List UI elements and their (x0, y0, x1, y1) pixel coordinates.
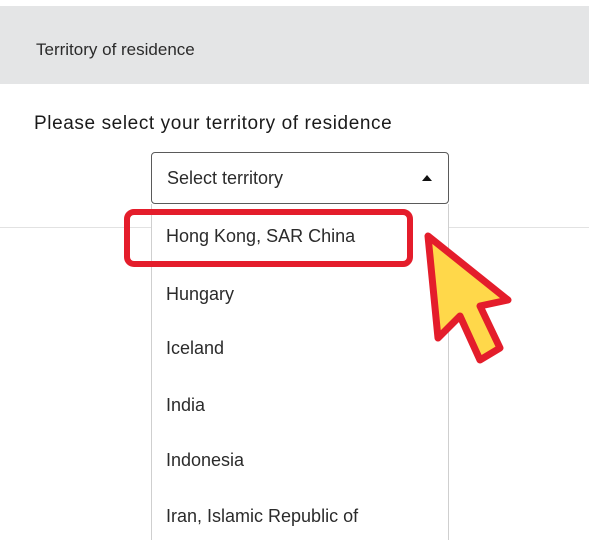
section-header: Territory of residence (0, 6, 589, 84)
option-india[interactable]: India (166, 395, 205, 416)
territory-select-value: Select territory (167, 168, 284, 188)
highlight-annotation-frame (124, 209, 413, 267)
option-indonesia[interactable]: Indonesia (166, 450, 244, 471)
caret-up-icon[interactable] (422, 175, 432, 181)
section-title: Territory of residence (36, 40, 195, 59)
pointer-arrow-icon (424, 232, 512, 364)
option-iran[interactable]: Iran, Islamic Republic of (166, 506, 358, 527)
select-prompt-label: Please select your territory of residenc… (34, 113, 393, 134)
option-iceland[interactable]: Iceland (166, 338, 224, 359)
territory-select[interactable]: Select territory (151, 152, 449, 204)
option-hungary[interactable]: Hungary (166, 284, 234, 305)
